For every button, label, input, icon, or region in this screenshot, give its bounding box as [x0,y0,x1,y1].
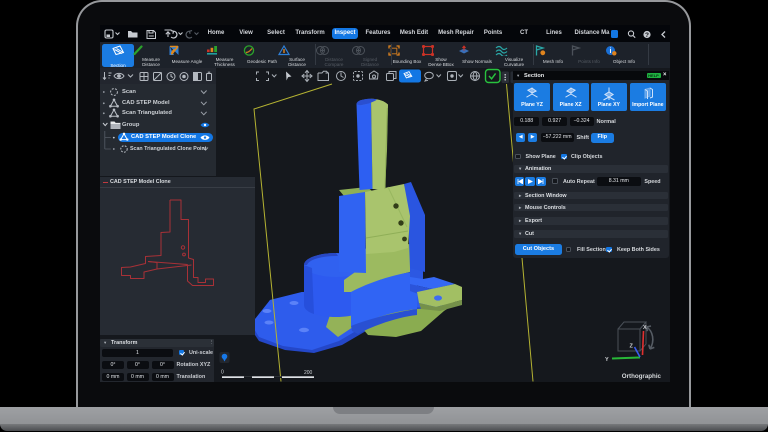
svg-text:Y: Y [605,357,609,363]
svg-text:Orthographic: Orthographic [622,373,662,380]
svg-text:200: 200 [304,370,313,376]
svg-text:i: i [610,48,612,55]
svg-text:Z: Z [630,344,634,350]
svg-text:X: X [643,325,647,331]
svg-text:0: 0 [221,370,224,376]
svg-text:?: ? [645,31,649,38]
